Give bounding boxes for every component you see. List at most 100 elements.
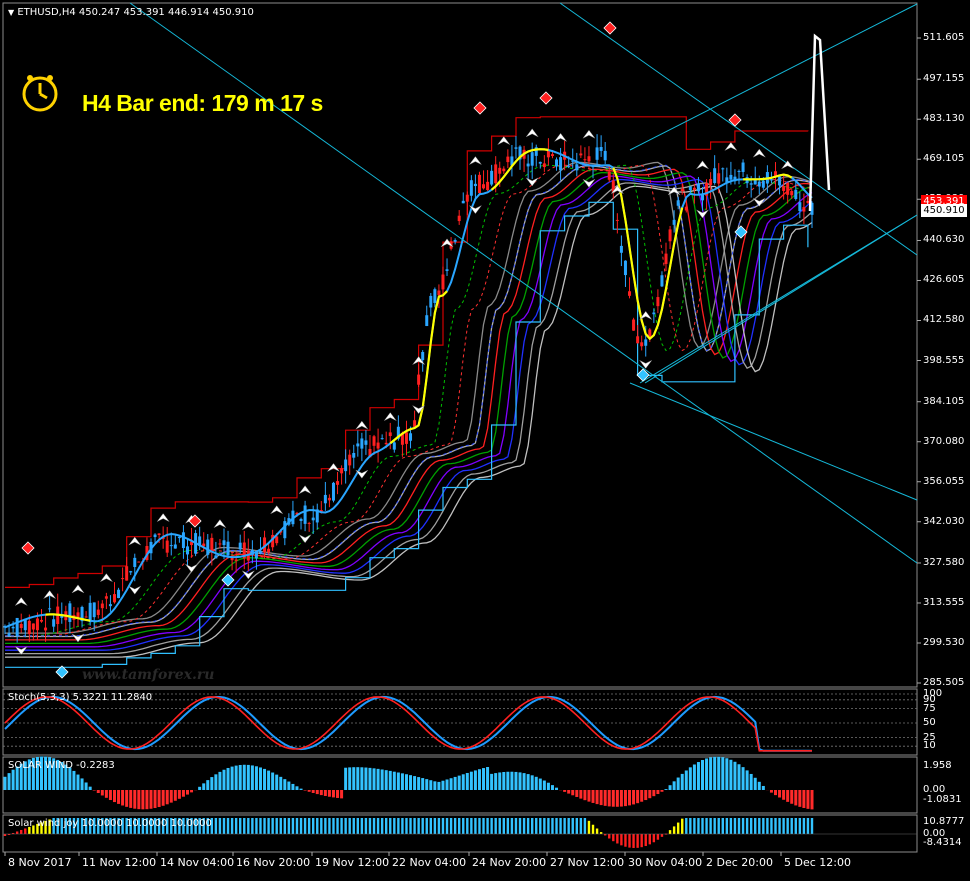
solar-joy-bar: [219, 818, 221, 834]
solar-joy-bar: [762, 818, 764, 834]
candle-body: [754, 180, 757, 184]
solar-wind-bar: [656, 790, 659, 794]
solar-joy-bar: [503, 818, 505, 834]
solar-wind-bar: [328, 790, 331, 797]
fractal-arrow-icon: [526, 129, 538, 137]
solar-wind-bar: [154, 790, 157, 808]
price-tick-label: 511.605: [923, 32, 964, 43]
solar-joy-bar: [458, 818, 460, 834]
solar-joy-bar: [385, 818, 387, 834]
candle-body: [166, 541, 169, 553]
candle-body: [259, 551, 262, 553]
solar-wind-bar: [600, 790, 603, 805]
solar-joy-bar: [592, 825, 594, 834]
solar-joy-bar: [750, 818, 752, 834]
candle-body: [466, 195, 469, 202]
candle-body: [239, 543, 242, 550]
solar-joy-bar: [499, 818, 501, 834]
fractal-arrow-icon: [384, 413, 396, 421]
price-tick-label: 370.080: [923, 436, 964, 447]
solar-joy-bar: [515, 818, 517, 834]
solar-joy-bar: [304, 818, 306, 834]
chart-window[interactable]: [0, 0, 970, 877]
candle-body: [579, 153, 582, 155]
solar-joy-bar: [685, 818, 687, 834]
solar-joy-bar: [742, 818, 744, 834]
solar-wind-bar: [121, 790, 124, 806]
solar-wind-bar: [336, 790, 339, 798]
price-tick-label: 440.630: [923, 234, 964, 245]
solar-wind-bar: [669, 785, 672, 790]
price-tick-label: 285.505: [923, 677, 964, 688]
trend-line: [130, 3, 917, 563]
solar-joy-bar: [661, 834, 663, 837]
solar-wind-bar: [478, 769, 481, 790]
solar-wind-bar: [806, 790, 809, 809]
solar-joy-bar: [446, 818, 448, 834]
solar-joy-bar: [539, 818, 541, 834]
solar-joy-bar: [588, 821, 590, 834]
candle-body: [425, 315, 428, 326]
solar-wind-bar: [340, 790, 343, 798]
candle-body: [778, 177, 781, 186]
solar-joy-bar: [734, 818, 736, 834]
candle-body: [76, 612, 79, 617]
ma-ribbon-line: [5, 183, 812, 654]
solar-joy-bar: [300, 818, 302, 834]
solar-wind-bar: [259, 767, 262, 790]
solar-joy-bar: [430, 818, 432, 834]
solar-wind-bar: [579, 790, 582, 799]
trend-line: [630, 383, 917, 500]
candle-body: [121, 578, 124, 579]
solar-joy-bar: [450, 818, 452, 834]
solar-wind-bar: [300, 789, 303, 790]
solar-joy-bar: [438, 818, 440, 834]
candle-body: [632, 320, 635, 331]
candle-body: [312, 518, 315, 521]
solar-joy-bar: [247, 818, 249, 834]
candle-body: [709, 179, 712, 185]
solar-wind-bar: [506, 772, 509, 790]
solar-joy-bar: [640, 834, 642, 847]
fractal-arrow-icon: [498, 137, 510, 145]
candle-body: [685, 207, 688, 211]
candle-body: [446, 269, 449, 271]
stoch-level-label: 50: [923, 717, 936, 728]
solar-wind-bar: [563, 790, 566, 792]
solar-wind-bar: [141, 790, 144, 809]
solar-joy-bar: [795, 818, 797, 834]
solar-wind-bar: [397, 772, 400, 790]
solar-joy-bar: [324, 818, 326, 834]
time-tick-label: 2 Dec 20:00: [706, 856, 773, 869]
solar-joy-bar: [791, 818, 793, 834]
price-tick-label: 412.580: [923, 314, 964, 325]
time-tick-label: 11 Nov 12:00: [82, 856, 156, 869]
solar-wind-bar: [344, 768, 347, 790]
solar-joy-bar: [726, 818, 728, 834]
solar-joy-bar: [758, 818, 760, 834]
solar-joy-bar: [551, 818, 553, 834]
solar-wind-bar: [758, 782, 761, 790]
solar-joy-bar: [434, 818, 436, 834]
dropdown-triangle-icon[interactable]: ▼: [8, 8, 14, 17]
solar-wind-bar: [798, 790, 801, 807]
solar-wind-bar: [251, 765, 254, 790]
solar-joy-bar: [312, 818, 314, 834]
solar-wind-bar: [490, 774, 493, 790]
solar-joy-bar: [486, 818, 488, 834]
solar-joy-bar: [576, 818, 578, 834]
candle-body: [417, 375, 420, 385]
solar-wind-bar: [170, 790, 173, 803]
fractal-arrow-icon: [242, 522, 254, 530]
solar-wind-bar: [620, 790, 623, 807]
candle-body: [113, 594, 116, 602]
candle-body: [267, 549, 270, 553]
candle-body: [40, 620, 43, 622]
solar-wind-bar: [446, 779, 449, 790]
solar-joy-bar: [344, 818, 346, 834]
chart-canvas[interactable]: [0, 0, 970, 877]
candle-body: [474, 184, 477, 186]
solar-joy-bar: [628, 834, 630, 848]
solar-joy-bar: [243, 818, 245, 834]
solar-joy-bar: [340, 818, 342, 834]
